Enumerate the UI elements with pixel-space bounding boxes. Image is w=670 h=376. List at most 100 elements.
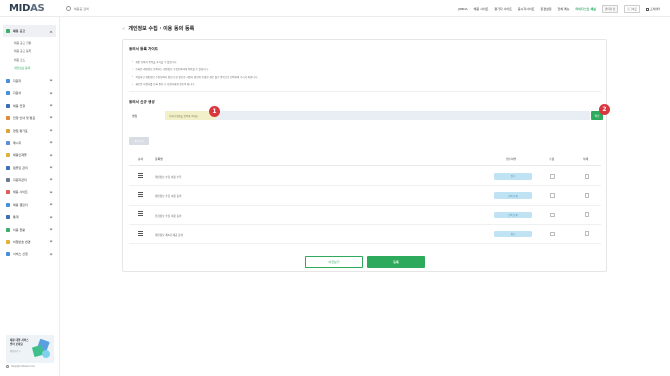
sidebar-item[interactable]: 통계 (0, 211, 59, 223)
edit-icon[interactable] (550, 193, 555, 198)
promo-illustration-icon (32, 338, 50, 358)
nav-settings[interactable]: 환경설정 (540, 7, 551, 11)
sidebar-item[interactable]: 채용 공고 (3, 25, 56, 38)
usage-icon (6, 227, 10, 232)
sidebar-item-label: 지원자관리 (13, 178, 27, 183)
sidebar-item[interactable]: 지원서 (0, 87, 59, 99)
announce-icon (6, 116, 10, 121)
search-box[interactable] (66, 4, 196, 13)
register-button[interactable]: 등록 (367, 256, 425, 268)
chevron-down-icon (49, 239, 53, 243)
promo-banner[interactable]: 채용 대행 서비스 받아 보세요 바로가기 > (6, 335, 54, 363)
chart-icon (6, 215, 10, 220)
delete-icon[interactable] (585, 212, 589, 218)
support-button[interactable]: 고객센터 (645, 7, 660, 11)
delete-icon[interactable] (585, 231, 589, 237)
submenu-item[interactable]: 채용 공고 현황 (14, 38, 59, 47)
table-row: 개인정보 수집 이용 수칙 필수 (129, 167, 601, 187)
sidebar: 채용 공고 채용 공고 현황 채용 공고 등록 채용 코드 개인정보 동의 지원자 지원서 채… (0, 17, 60, 376)
sidebar-item[interactable]: 지원자관리 (0, 174, 59, 186)
drag-handle-icon[interactable] (138, 230, 143, 236)
calendar-icon (6, 202, 10, 207)
sidebar-item[interactable]: 이용 현황 (0, 223, 59, 235)
drag-handle-icon[interactable] (138, 192, 143, 197)
logout-button[interactable]: 로그아웃 (624, 5, 640, 13)
submenu-item[interactable]: 채용 공고 등록 (14, 47, 59, 56)
sidebar-item[interactable]: 메시지 (0, 137, 59, 149)
chevron-down-icon (49, 202, 53, 206)
guide-line: 등록된 개인정보 동의서는 개인정보 수집동의서에 적용될 수 있습니다. (132, 66, 258, 74)
delete-icon[interactable] (585, 173, 589, 179)
guide-title: 동의서 등록 가이드 (129, 47, 158, 51)
sidebar-item-label: 채용인재풀 (13, 153, 27, 158)
nav-all-menu[interactable]: 전체 메뉴 (558, 7, 570, 11)
sidebar-item[interactable]: 비밀번호 변경 (0, 236, 59, 248)
sidebar-item[interactable]: 템플릿 관리 (0, 162, 59, 174)
star-icon (6, 128, 10, 133)
drag-handle-icon[interactable] (138, 211, 143, 216)
logo[interactable]: MIDAS (9, 3, 45, 14)
submenu-item[interactable]: 채용 코드 (14, 56, 59, 65)
chevron-down-icon (49, 227, 53, 231)
nav-recruit-site[interactable]: 채용 사이트 (474, 7, 489, 11)
name-input-placeholder: 동의서 명칭을 입력해 주세요 (169, 114, 198, 118)
col-edit: 수정 (549, 157, 555, 161)
gear-icon (6, 365, 9, 368)
sidebar-item[interactable]: 면접 평가표 (0, 124, 59, 136)
guide-line: 작성하신 개인정보 수집동의서 정보가 한 정보가 지원자 정보와 동일한 경우… (132, 73, 257, 81)
user-button[interactable]: 관리자 님 (601, 5, 619, 13)
chevron-down-icon (49, 115, 53, 120)
sidebar-item[interactable]: 채용 캘린더 (0, 199, 59, 211)
main-card: 동의서 등록 가이드 개인 동의서 항목을 추가할 수 있습니다. 등록된 개인… (122, 39, 607, 272)
sidebar-item-label: 면접 평가표 (13, 128, 28, 133)
row-name: 개인정보 수집 이용 수칙 (155, 176, 182, 179)
nav-channel[interactable]: 마이다스인 채널 (576, 7, 596, 11)
sidebar-item[interactable]: 채용 전형 (0, 100, 59, 112)
add-item-button[interactable]: 항목 추가 (129, 137, 149, 145)
col-order: 순서 (138, 157, 144, 161)
template-icon (6, 165, 10, 170)
status-badge: 필수 (494, 173, 532, 180)
prev-button[interactable]: 이전보기 (305, 256, 363, 268)
promo-link[interactable]: 바로가기 > (10, 349, 21, 353)
sidebar-item-label: 채용 사이트 (13, 190, 28, 195)
sidebar-item[interactable]: 채용 사이트 (0, 186, 59, 198)
manage-icon (6, 178, 10, 183)
drag-handle-icon[interactable] (138, 172, 143, 178)
nav-evaluator-site[interactable]: 평가자 사이트 (494, 7, 512, 11)
chevron-down-icon (49, 78, 53, 82)
name-input[interactable]: 동의서 명칭을 입력해 주세요 (165, 111, 590, 120)
sidebar-item[interactable]: 지원자 (0, 75, 59, 87)
edit-icon[interactable] (550, 212, 555, 218)
side-footer: help@midasit.com (6, 365, 35, 368)
sidebar-item-label: 템플릿 관리 (13, 165, 28, 170)
guide-line: 개인 동의서 항목을 추가할 수 있습니다. (132, 58, 258, 66)
row-name: 민감정보 수집 이용 동의 (155, 214, 182, 218)
sidebar-item[interactable]: 서비스 신청 (0, 248, 59, 260)
status-badge: 선택 동의 (494, 211, 532, 219)
sidebar-item-label: 서비스 신청 (13, 252, 28, 257)
nav-applicant-site[interactable]: 응시자사이트 (518, 7, 535, 11)
guide-section: 동의서 등록 가이드 개인 동의서 항목을 추가할 수 있습니다. 등록된 개인… (129, 44, 601, 92)
delete-icon[interactable] (585, 192, 589, 198)
table-body: 개인정보 수집 이용 수칙 필수 개인정보 수집 이용 동의 선택 동의 민감정보 수집… (129, 167, 601, 245)
col-status: 필수여부 (506, 157, 517, 161)
submenu-item[interactable]: 개인정보 동의 (14, 64, 59, 73)
page-title: < 개인정보 수집 · 이용 동의 등록 (122, 26, 195, 32)
site-icon (6, 190, 10, 195)
sidebar-item[interactable]: 전형 안내 및 발표 (0, 112, 59, 124)
sidebar-item-label: 채용 캘린더 (13, 202, 28, 207)
person-icon (6, 78, 10, 83)
search-input[interactable] (74, 6, 174, 11)
nav-jobda[interactable]: JOBDA (458, 7, 468, 11)
edit-icon[interactable] (550, 174, 555, 179)
col-delete: 삭제 (583, 157, 589, 161)
back-icon[interactable]: < (122, 26, 125, 31)
annotation-marker-2: 2 (599, 104, 610, 115)
grid-icon (6, 252, 10, 257)
chevron-down-icon (49, 215, 53, 219)
status-badge: 선택 동의 (494, 192, 532, 199)
edit-icon[interactable] (550, 231, 555, 237)
guide-line: 새로운 지원자를 등록 완료 시 지원자에게 전송이 됩니다. (132, 81, 258, 89)
sidebar-item[interactable]: 채용인재풀 (0, 149, 59, 161)
